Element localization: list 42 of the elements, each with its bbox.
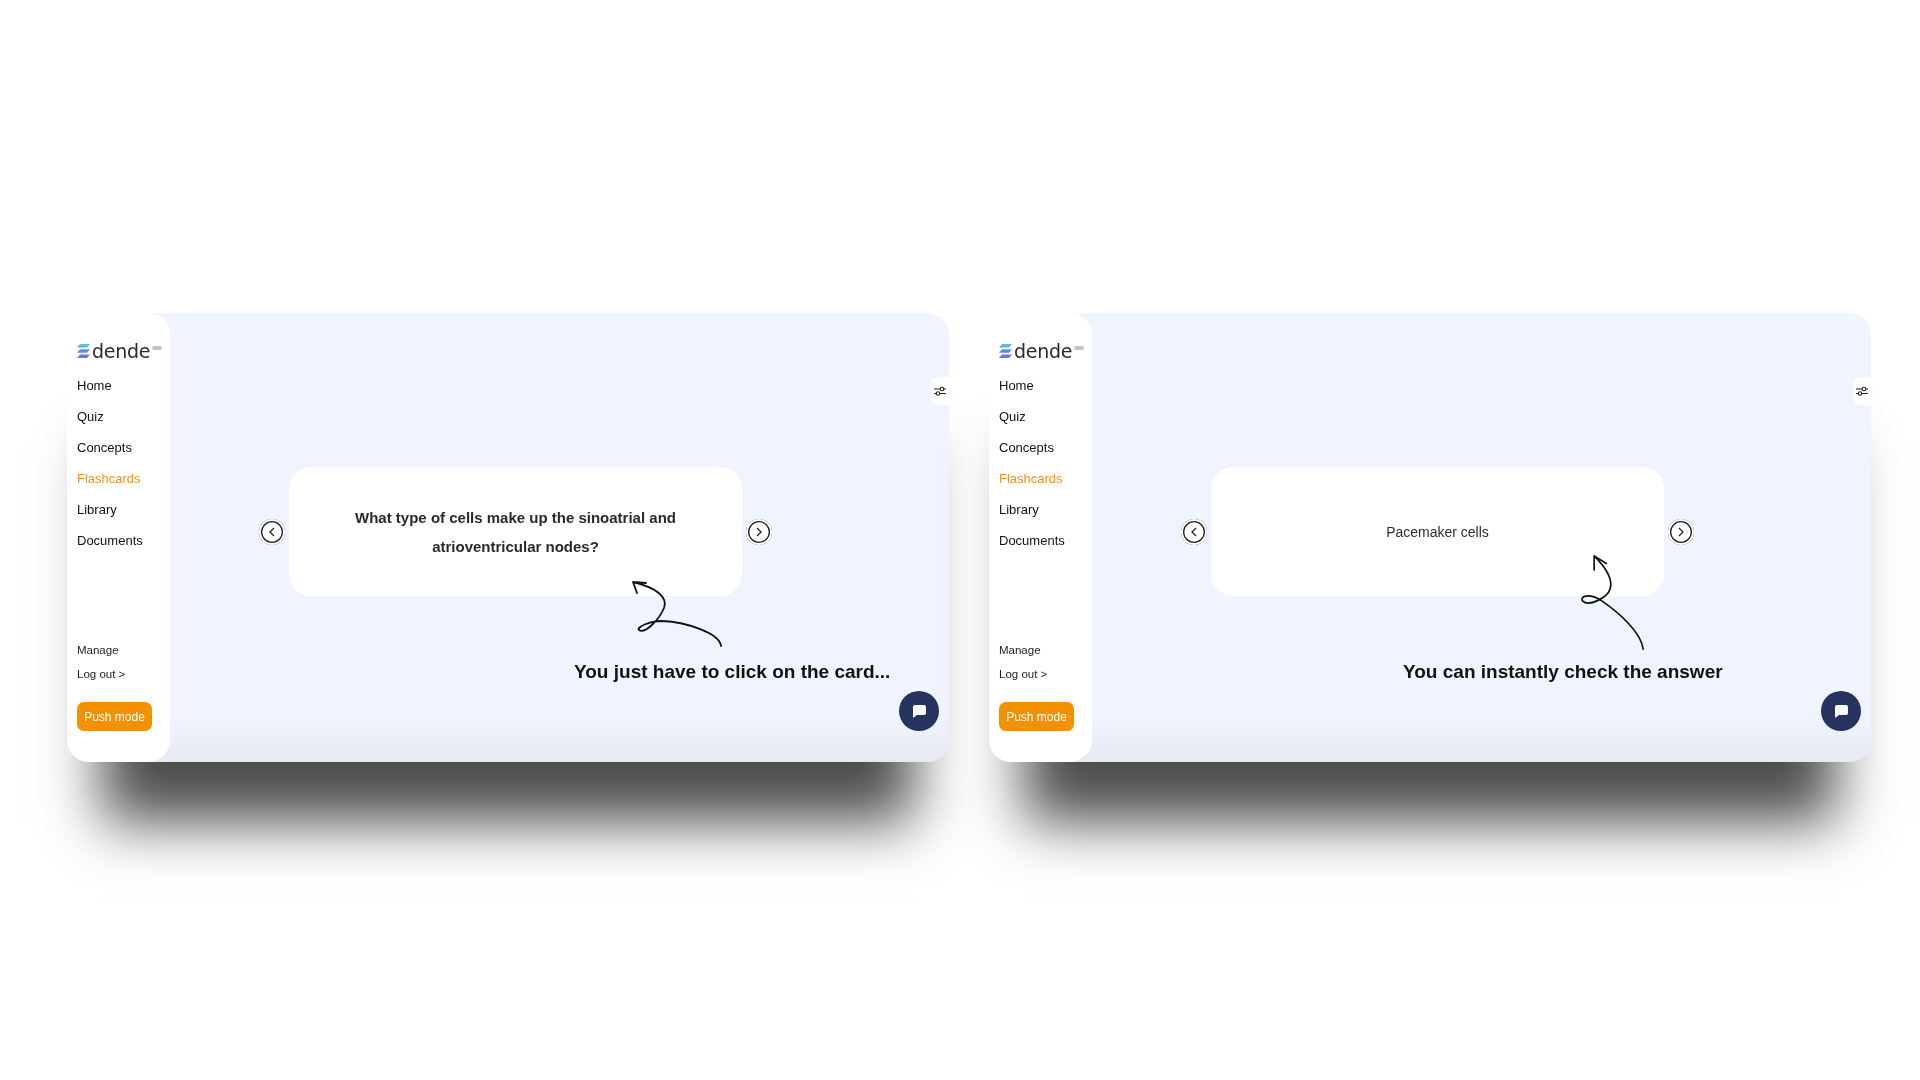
nav-link[interactable]: Quiz [999,401,1026,432]
logo-icon [999,344,1012,358]
sliders-icon [1856,386,1868,396]
sliders-icon [934,386,946,396]
chat-bubble-icon [1834,704,1848,718]
nav-link[interactable]: Documents [77,525,143,556]
previous-button[interactable] [1181,518,1207,545]
nav-link[interactable]: Quiz [77,401,104,432]
nav-link[interactable]: Home [999,370,1034,401]
nav-link[interactable]: Home [77,370,112,401]
answer-text: Pacemaker cells [1386,522,1489,542]
footer-link[interactable]: Log out > [77,662,126,686]
nav-link[interactable]: Concepts [77,432,132,463]
next-button[interactable] [1668,518,1694,545]
question-text: What type of cells make up the sinoatrial and atrioventricular nodes? [354,507,677,557]
logo-text: dende [92,339,151,363]
chat-bubble-icon [912,704,926,718]
settings-button[interactable] [931,377,949,405]
footer-link[interactable]: Manage [999,638,1041,662]
tag-icon [1074,346,1085,350]
logo-text: dende [1014,339,1073,363]
tag-icon [152,346,163,350]
flashcard[interactable]: Pacemaker cells [1211,467,1664,596]
chevron-right-icon [1678,526,1684,537]
annotation-text: You can instantly check the answer [1403,660,1723,684]
chevron-right-icon [756,526,762,537]
settings-button[interactable] [1853,377,1871,405]
chat-button[interactable] [1821,691,1861,731]
nav-link[interactable]: Documents [999,525,1065,556]
nav-link[interactable]: Library [999,494,1039,525]
chat-button[interactable] [899,691,939,731]
nav-link[interactable]: Library [77,494,117,525]
chevron-left-icon [269,526,275,537]
footer-link[interactable]: Manage [77,638,119,662]
next-button[interactable] [746,518,772,545]
footer-link[interactable]: Log out > [999,662,1048,686]
annotation-text: You just have to click on the card... [574,660,891,684]
chevron-left-icon [1191,526,1197,537]
flashcard[interactable]: What type of cells make up the sinoatrial and atrioventricular nodes? [289,467,742,596]
logo-icon [77,344,90,358]
previous-button[interactable] [259,518,285,545]
nav-link[interactable]: Concepts [999,432,1054,463]
